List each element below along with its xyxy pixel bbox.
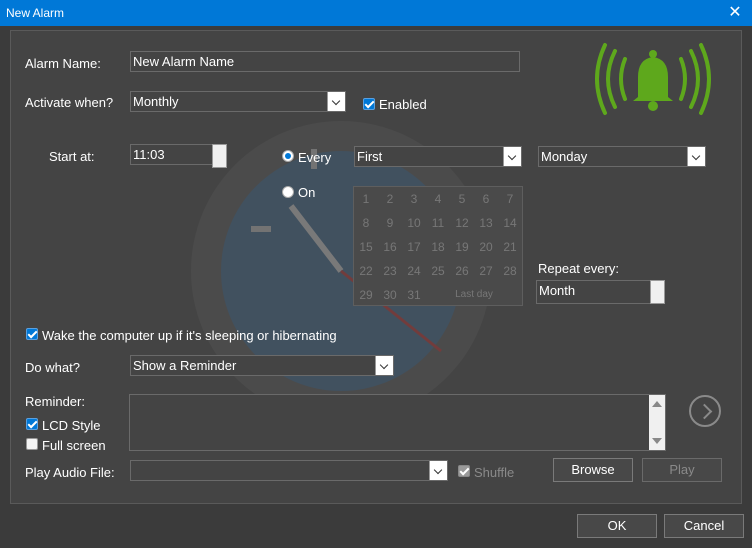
lcd-style-checkbox[interactable] [26,418,38,430]
calendar-day[interactable]: 26 [450,264,474,278]
scroll-down-icon[interactable] [652,438,662,444]
window-title: New Alarm [6,6,65,20]
chevron-down-icon[interactable] [429,461,447,480]
start-time-spinner[interactable] [212,144,227,168]
every-ordinal-select[interactable]: First [354,146,522,167]
calendar-day[interactable]: 5 [450,192,474,206]
calendar-day[interactable]: 27 [474,264,498,278]
shuffle-checkbox[interactable] [458,465,470,477]
calendar-day[interactable]: 2 [378,192,402,206]
chevron-down-icon[interactable] [375,356,393,375]
repeat-every-spinner[interactable] [650,280,665,304]
enabled-label: Enabled [379,97,427,112]
calendar-day[interactable]: 10 [402,216,426,230]
calendar-day[interactable]: 21 [498,240,522,254]
ok-button[interactable]: OK [577,514,657,538]
day-calendar: 1 2 3 4 5 6 7 8 9 10 11 12 13 14 15 16 1… [353,186,523,306]
chevron-down-icon[interactable] [687,147,705,166]
repeat-every-input[interactable]: Month [536,280,652,304]
activate-when-label: Activate when? [25,95,114,110]
wake-computer-checkbox[interactable] [26,328,38,340]
calendar-day[interactable]: 28 [498,264,522,278]
main-panel: Alarm Name: New Alarm Name Activate when… [10,30,742,504]
calendar-day[interactable]: 12 [450,216,474,230]
calendar-day[interactable]: 23 [378,264,402,278]
chevron-right-circle-icon[interactable] [689,395,721,427]
chevron-down-icon[interactable] [327,92,345,111]
calendar-day[interactable]: 20 [474,240,498,254]
do-what-value: Show a Reminder [133,358,237,373]
calendar-day[interactable]: 6 [474,192,498,206]
enabled-checkbox[interactable] [363,98,375,110]
calendar-day[interactable]: 19 [450,240,474,254]
full-screen-checkbox[interactable] [26,438,38,450]
calendar-day[interactable]: 22 [354,264,378,278]
calendar-day[interactable]: 15 [354,240,378,254]
reminder-label: Reminder: [25,394,85,409]
calendar-day[interactable]: 31 [402,288,426,302]
do-what-label: Do what? [25,360,80,375]
close-icon[interactable]: ✕ [718,0,752,26]
lcd-style-label: LCD Style [42,418,101,433]
calendar-day[interactable]: 25 [426,264,450,278]
chevron-down-icon[interactable] [503,147,521,166]
reminder-scrollbar[interactable] [649,395,665,450]
alarm-name-input[interactable]: New Alarm Name [130,51,520,72]
on-radio[interactable] [282,186,294,198]
every-label: Every [298,150,332,165]
dialog-footer: OK Cancel [0,508,752,548]
calendar-day[interactable]: 16 [378,240,402,254]
activate-when-value: Monthly [133,94,179,109]
calendar-day[interactable]: 29 [354,288,378,302]
scroll-up-icon[interactable] [652,401,662,407]
audio-file-select[interactable] [130,460,448,481]
calendar-day[interactable]: 30 [378,288,402,302]
calendar-day[interactable]: 9 [378,216,402,230]
every-day-select[interactable]: Monday [538,146,706,167]
start-time-input[interactable]: 11:03 [130,144,214,165]
play-audio-label: Play Audio File: [25,465,115,480]
calendar-day[interactable]: 7 [498,192,522,206]
calendar-last-day[interactable]: Last day [434,289,514,300]
calendar-day[interactable]: 18 [426,240,450,254]
calendar-day[interactable]: 1 [354,192,378,206]
every-ordinal-value: First [357,149,383,164]
calendar-day[interactable]: 4 [426,192,450,206]
calendar-day[interactable]: 8 [354,216,378,230]
calendar-day[interactable]: 3 [402,192,426,206]
on-label: On [298,185,316,200]
do-what-select[interactable]: Show a Reminder [130,355,394,376]
calendar-day[interactable]: 14 [498,216,522,230]
alarm-name-label: Alarm Name: [25,56,101,71]
every-radio[interactable] [282,150,294,162]
full-screen-label: Full screen [42,438,106,453]
every-day-value: Monday [541,149,588,164]
shuffle-label: Shuffle [474,465,515,480]
activate-when-select[interactable]: Monthly [130,91,346,112]
calendar-day[interactable]: 17 [402,240,426,254]
browse-button[interactable]: Browse [553,458,633,482]
title-bar: New Alarm ✕ [0,0,752,26]
start-at-label: Start at: [49,149,95,164]
repeat-every-label: Repeat every: [538,261,619,276]
calendar-day[interactable]: 11 [426,216,450,230]
calendar-day[interactable]: 13 [474,216,498,230]
play-button[interactable]: Play [642,458,722,482]
wake-computer-label: Wake the computer up if it's sleeping or… [42,328,337,343]
reminder-textarea[interactable] [129,394,666,451]
cancel-button[interactable]: Cancel [664,514,744,538]
calendar-day[interactable]: 24 [402,264,426,278]
bell-alarm-icon [595,43,711,115]
